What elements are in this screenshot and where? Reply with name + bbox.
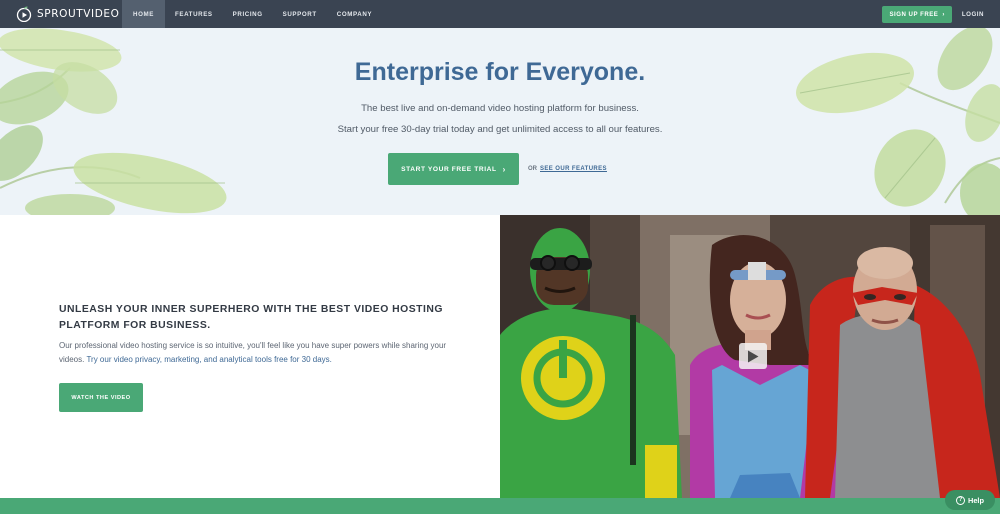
logo[interactable]: SPROUTVIDEO — [0, 0, 122, 28]
start-trial-button[interactable]: START YOUR FREE TRIAL › — [388, 153, 519, 185]
hero-subtitle-1: The best live and on-demand video hostin… — [361, 103, 639, 114]
or-separator: OR — [528, 166, 537, 172]
nav-pricing[interactable]: PRICING — [223, 0, 273, 28]
login-link[interactable]: LOGIN — [962, 11, 984, 18]
leaves-left-decoration — [0, 28, 227, 215]
nav-features[interactable]: FEATURES — [165, 0, 223, 28]
superhero-section: UNLEASH YOUR INNER SUPERHERO WITH THE BE… — [0, 215, 500, 498]
help-button[interactable]: ? Help — [945, 490, 995, 510]
see-features-link[interactable]: SEE OUR FEATURES — [540, 166, 607, 172]
nav-company[interactable]: COMPANY — [327, 0, 382, 28]
help-label: Help — [967, 495, 984, 505]
play-button[interactable] — [739, 343, 767, 369]
nav-right: SIGN UP FREE › LOGIN — [882, 0, 1000, 28]
sprout-play-icon — [16, 6, 32, 22]
hero-subtitle-2: Start your free 30-day trial today and g… — [337, 124, 663, 135]
superhero-body: Our professional video hosting service i… — [59, 339, 469, 367]
watch-video-button[interactable]: WATCH THE VIDEO — [59, 383, 143, 412]
chevron-right-icon: › — [942, 10, 945, 18]
hero-title: Enterprise for Everyone. — [354, 58, 646, 86]
video-player[interactable] — [500, 215, 1000, 498]
question-circle-icon: ? — [955, 495, 965, 505]
superhero-heading: UNLEASH YOUR INNER SUPERHERO WITH THE BE… — [59, 304, 444, 331]
play-icon — [748, 350, 759, 362]
start-trial-label: START YOUR FREE TRIAL — [401, 165, 497, 173]
bottom-green-band — [0, 498, 1000, 514]
nav-links: HOME FEATURES PRICING SUPPORT COMPANY — [122, 0, 382, 28]
chevron-right-icon: › — [502, 164, 506, 174]
top-nav: SPROUTVIDEO HOME FEATURES PRICING SUPPOR… — [0, 0, 1000, 28]
signup-label: SIGN UP FREE — [889, 10, 939, 18]
hero: Enterprise for Everyone. The best live a… — [0, 28, 1000, 215]
signup-button[interactable]: SIGN UP FREE › — [882, 5, 952, 23]
logo-text: SPROUTVIDEO — [37, 8, 120, 20]
nav-home[interactable]: HOME — [122, 0, 165, 28]
nav-support[interactable]: SUPPORT — [273, 0, 327, 28]
leaves-right-decoration — [796, 28, 1000, 215]
free-trial-inline-link[interactable]: Try our video privacy, marketing, and an… — [86, 355, 331, 364]
